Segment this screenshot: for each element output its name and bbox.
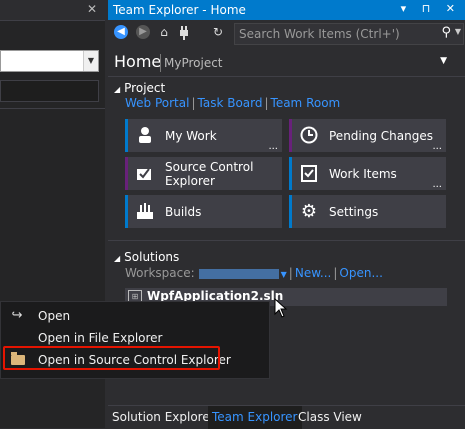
tile-accent xyxy=(125,157,128,190)
chevron-down-icon[interactable]: ▼ xyxy=(83,51,98,71)
clock-icon xyxy=(299,126,319,146)
team-room-link[interactable]: Team Room xyxy=(271,96,341,110)
open-arrow-icon: ↪ xyxy=(11,308,23,323)
solutions-section-header[interactable]: ◢ Solutions xyxy=(114,250,179,264)
workspace-selector[interactable] xyxy=(198,268,279,279)
project-section-header[interactable]: ◢ Project xyxy=(114,81,165,95)
bottom-tab-strip: Solution Explorer Team Explorer Class Vi… xyxy=(108,405,465,429)
builds-icon xyxy=(135,202,155,222)
tile-my-work[interactable]: My Work ... xyxy=(125,119,282,152)
tile-settings[interactable]: ⚙ Settings xyxy=(289,195,446,228)
search-input[interactable]: Search Work Items (Ctrl+') ⚲ ▼ xyxy=(234,23,464,45)
forward-icon[interactable]: ▶ xyxy=(136,25,150,39)
more-icon[interactable]: ... xyxy=(268,141,278,152)
home-icon[interactable]: ⌂ xyxy=(156,24,172,40)
panel-title: Team Explorer - Home xyxy=(113,3,246,17)
highlight-annotation xyxy=(3,346,220,370)
page-dropdown-icon[interactable]: ▼ xyxy=(440,56,447,66)
tile-label: My Work xyxy=(165,129,217,143)
mouse-cursor-icon xyxy=(274,298,288,318)
panel-window-controls[interactable]: ▾ ⊓ ✕ xyxy=(401,2,461,15)
menu-item-label: Open xyxy=(38,309,71,323)
gear-icon: ⚙ xyxy=(300,201,318,222)
left-combobox[interactable]: ▼ xyxy=(0,50,99,72)
open-link[interactable]: Open... xyxy=(339,266,383,280)
tile-accent xyxy=(289,195,292,228)
tile-source-control-explorer[interactable]: Source Control Explorer xyxy=(125,157,282,190)
tile-label: Source Control Explorer xyxy=(165,160,254,188)
clipboard-icon xyxy=(299,164,319,184)
project-links: Web Portal | Task Board | Team Room xyxy=(125,96,341,110)
expand-triangle-icon[interactable]: ◢ xyxy=(114,85,120,94)
web-portal-link[interactable]: Web Portal xyxy=(125,96,189,110)
close-icon[interactable]: ✕ xyxy=(87,2,97,16)
task-board-link[interactable]: Task Board xyxy=(198,96,263,110)
back-icon[interactable]: ◀ xyxy=(114,25,128,39)
tile-pending-changes[interactable]: Pending Changes ... xyxy=(289,119,446,152)
tab-class-view[interactable]: Class View xyxy=(298,410,362,424)
menu-item-open-in-file-explorer[interactable]: Open in File Explorer xyxy=(1,328,269,348)
menu-item-label: Open in File Explorer xyxy=(38,331,163,345)
tab-solution-explorer[interactable]: Solution Explorer xyxy=(112,410,215,424)
tile-builds[interactable]: Builds xyxy=(125,195,282,228)
divider xyxy=(0,108,105,109)
chevron-down-icon[interactable]: ▼ xyxy=(455,27,461,36)
tile-label: Builds xyxy=(165,205,202,219)
tile-label: Settings xyxy=(329,205,379,219)
more-icon[interactable]: ... xyxy=(432,141,442,152)
tile-work-items[interactable]: Work Items ... xyxy=(289,157,446,190)
search-placeholder: Search Work Items (Ctrl+') xyxy=(239,27,400,41)
title-separator xyxy=(160,54,161,72)
panel-titlebar[interactable]: Team Explorer - Home ▾ ⊓ ✕ xyxy=(108,0,465,20)
tile-accent xyxy=(289,119,292,152)
project-name: MyProject xyxy=(164,56,223,70)
tile-accent xyxy=(125,119,128,152)
menu-item-open[interactable]: ↪ Open xyxy=(1,306,269,326)
tile-label: Work Items xyxy=(329,167,397,181)
connect-icon[interactable] xyxy=(176,24,192,40)
divider xyxy=(108,240,465,241)
chevron-down-icon[interactable]: ▼ xyxy=(281,270,287,279)
workspace-row: Workspace: ▼ | New... | Open... xyxy=(125,266,383,280)
search-icon[interactable]: ⚲ xyxy=(441,25,451,40)
page-title: Home xyxy=(114,52,162,71)
source-control-icon xyxy=(135,164,155,184)
tile-accent xyxy=(125,195,128,228)
left-tab-strip: ✕ xyxy=(0,0,105,21)
expand-triangle-icon[interactable]: ◢ xyxy=(114,254,120,263)
divider xyxy=(108,76,465,77)
person-icon xyxy=(135,126,155,146)
section-title: Project xyxy=(124,81,166,95)
tile-accent xyxy=(289,157,292,190)
workspace-label: Workspace: xyxy=(125,266,195,280)
tile-label: Pending Changes xyxy=(329,129,433,143)
more-icon[interactable]: ... xyxy=(432,179,442,190)
left-field[interactable] xyxy=(0,80,99,102)
refresh-icon[interactable]: ↻ xyxy=(210,24,226,40)
new-link[interactable]: New... xyxy=(295,266,332,280)
tab-team-explorer[interactable]: Team Explorer xyxy=(208,406,302,429)
section-title: Solutions xyxy=(124,250,180,264)
